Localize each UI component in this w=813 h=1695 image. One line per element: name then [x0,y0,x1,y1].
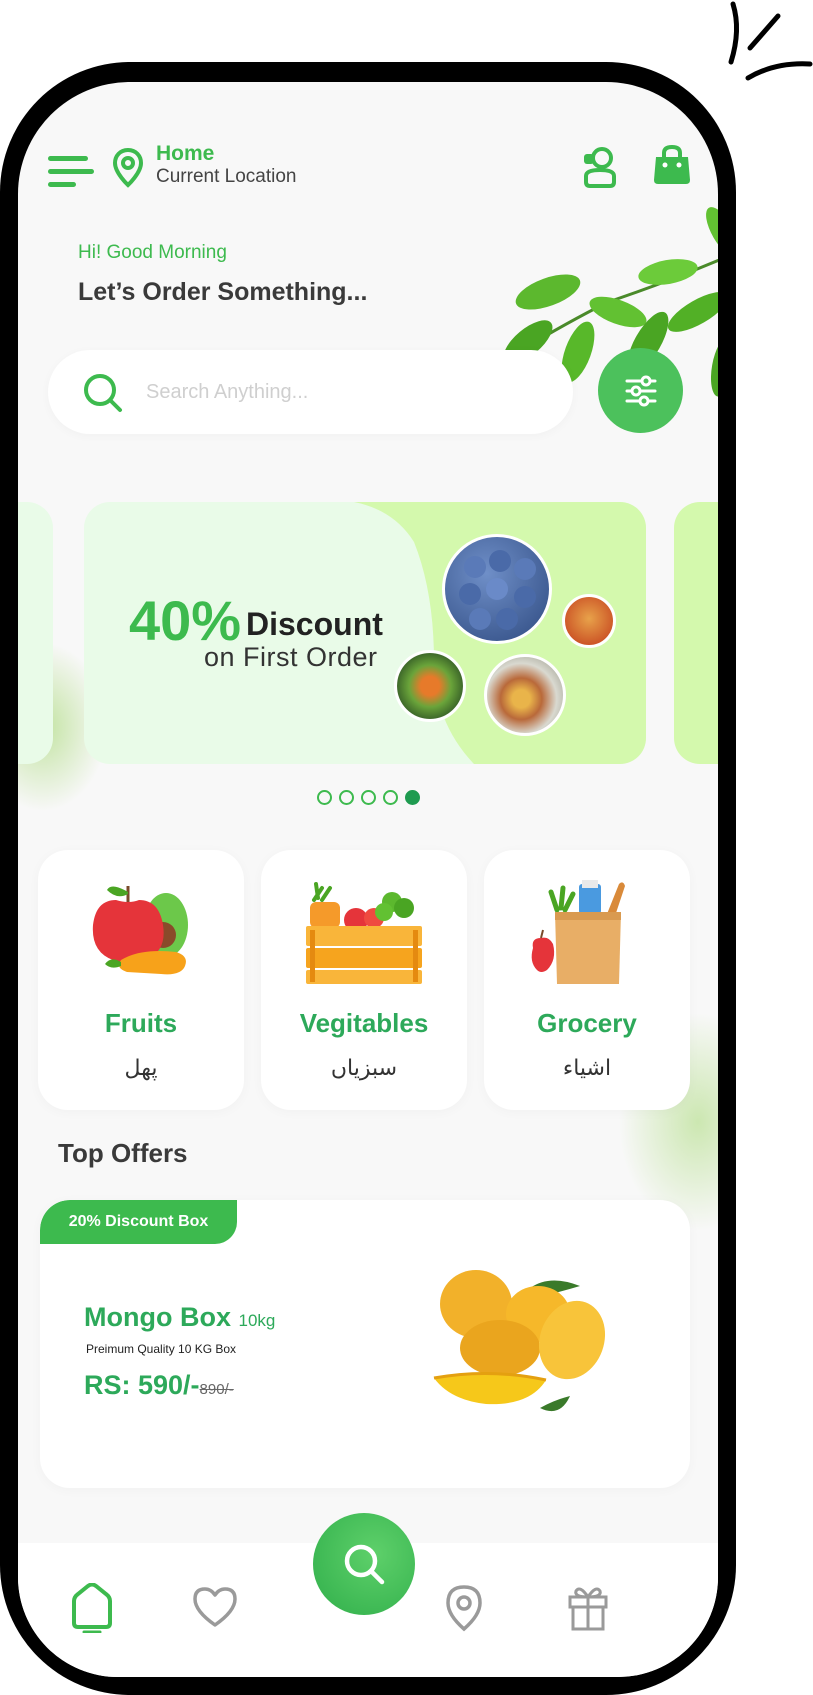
discount-subtitle: on First Order [204,642,378,672]
offer-name: Mongo Box 10kg [84,1302,275,1333]
sliders-icon [625,375,656,406]
category-card-fruits[interactable]: Fruits پھل [38,850,244,1110]
offer-price-current: RS: 590/- [84,1370,200,1400]
offer-card[interactable]: 20% Discount Box Mongo Box 10kg Preimum … [40,1200,690,1488]
category-urdu-name: سبزیاں [330,1056,398,1081]
page-headline: Let’s Order Something... [78,278,368,306]
sparkle-decoration [728,1,813,81]
offer-price-old: 890/- [199,1381,234,1398]
shopping-bag-icon[interactable] [652,144,692,186]
heart-icon[interactable] [193,1583,237,1633]
offer-description: Preimum Quality 10 KG Box [86,1342,237,1356]
menu-icon[interactable] [48,152,94,192]
location-icon[interactable] [442,1583,486,1633]
blueberries-image [442,534,552,644]
greeting-text: Hi! Good Morning [78,242,227,263]
offer-name-text: Mongo Box [84,1302,231,1332]
search-bar[interactable] [48,350,573,434]
discount-banner[interactable]: 40% Discount on First Order [84,502,646,764]
offer-weight: 10kg [238,1311,276,1330]
groceries-image [484,654,566,736]
category-card-vegetables[interactable]: Vegitables سبزیاں [261,850,467,1110]
location-title[interactable]: Home [156,142,214,166]
app-screen: Home Current Location Hi! Good Morning L… [18,82,718,1677]
offer-badge: 20% Discount Box [40,1200,237,1244]
category-card-grocery[interactable]: Grocery اشیاء [484,850,690,1110]
category-urdu-name: پھل [124,1056,158,1081]
carousel-dot[interactable] [360,790,376,805]
carousel-dot[interactable] [404,790,420,805]
fruits-icon [92,886,188,975]
carousel-dot[interactable] [382,790,398,805]
category-name: Grocery [537,1008,637,1038]
mango-image [433,1270,606,1412]
location-subtitle[interactable]: Current Location [156,166,296,188]
filter-button[interactable] [598,348,683,433]
top-offers-title: Top Offers [58,1138,188,1168]
dried-fruit-image [562,594,616,648]
salad-image [394,650,466,722]
search-input[interactable] [146,372,546,412]
offer-price: RS: 590/-890/- [84,1370,234,1401]
home-icon[interactable] [70,1583,114,1633]
vegetables-crate-icon [306,882,422,984]
phone-frame: Home Current Location Hi! Good Morning L… [0,62,736,1695]
category-name: Vegitables [299,1008,429,1038]
location-pin-icon [112,148,144,188]
category-urdu-name: اشیاء [562,1056,612,1081]
user-profile-icon[interactable] [580,146,620,190]
search-fab-button[interactable] [313,1513,415,1615]
banner-card-next[interactable] [674,502,718,764]
carousel-indicator [18,790,718,810]
gift-icon[interactable] [566,1583,610,1633]
category-name: Fruits [104,1008,178,1038]
grocery-bag-icon [531,880,625,984]
search-icon [344,1544,385,1585]
search-icon [84,374,122,412]
banner-card-previous[interactable] [18,502,53,764]
discount-word: Discount [246,606,383,642]
carousel-dot[interactable] [316,790,332,805]
carousel-dot[interactable] [338,790,354,805]
